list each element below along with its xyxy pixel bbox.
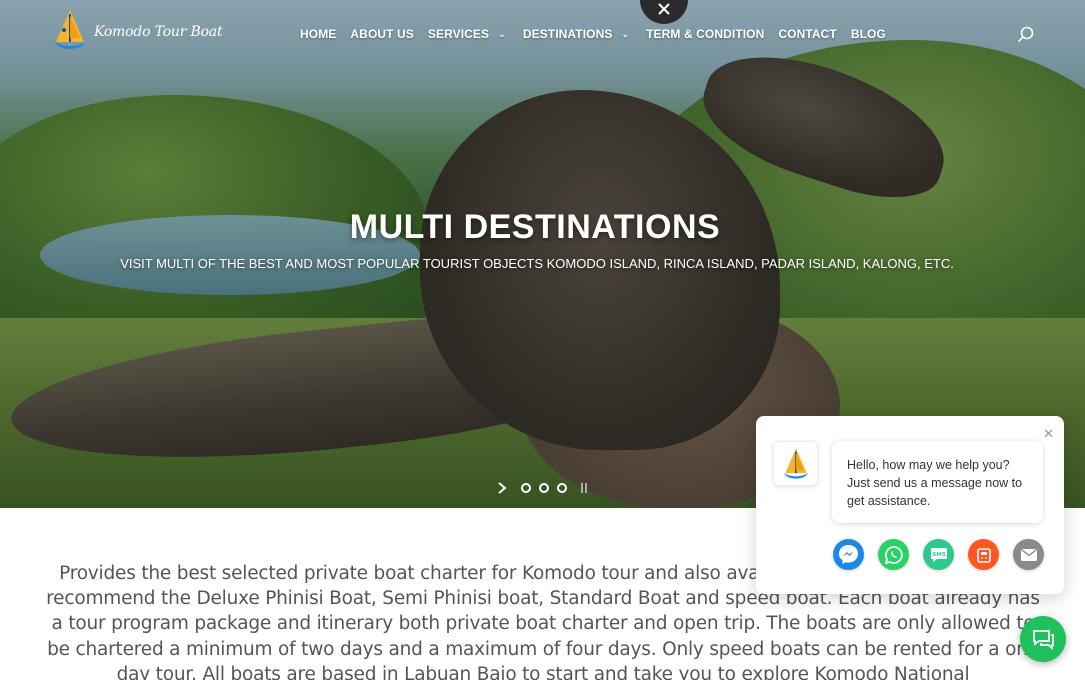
chat-open-button[interactable] (1020, 616, 1066, 662)
nav-item-label: BLOG (850, 27, 886, 41)
slider-dot[interactable] (521, 483, 531, 493)
boat-logo-icon (50, 8, 90, 52)
avatar (773, 441, 818, 486)
slider-controls (497, 482, 587, 494)
chevron-down-icon: ⌄ (621, 28, 630, 39)
page: Komodo Tour Boat HOME ABOUT US SERVICES ⌄… (0, 0, 1085, 680)
svg-text:SMS: SMS (932, 552, 945, 558)
nav-item-label: SERVICES (427, 27, 490, 41)
site-logo-text: Komodo Tour Boat (94, 24, 223, 40)
close-icon[interactable]: ✕ (1043, 426, 1054, 442)
whatsapp-icon[interactable] (878, 539, 909, 570)
nav-item-label: ABOUT US (350, 27, 414, 41)
sms-icon[interactable]: SMS (923, 539, 954, 570)
hero-title: MULTI DESTINATIONS (349, 208, 721, 246)
nav-item-home[interactable]: HOME (300, 27, 336, 41)
slider-dot[interactable] (539, 483, 549, 493)
nav-item-about-us[interactable]: ABOUT US (350, 27, 413, 41)
nav-item-services[interactable]: SERVICES ⌄ (428, 27, 506, 41)
nav-item-term-condition[interactable]: TERM & CONDITION (646, 27, 764, 41)
email-icon[interactable] (1013, 539, 1044, 570)
nav-item-label: CONTACT (778, 27, 837, 41)
chat-channels: SMS (833, 539, 1044, 570)
chevron-right-icon[interactable] (497, 482, 507, 494)
nav-item-blog[interactable]: BLOG (851, 27, 886, 41)
phone-icon[interactable] (968, 539, 999, 570)
messenger-icon[interactable] (833, 539, 864, 570)
search-icon[interactable] (1017, 26, 1035, 44)
hero-subtitle: VISIT MULTI OF THE BEST AND MOST POPULAR… (120, 256, 954, 271)
nav-item-label: HOME (300, 27, 337, 41)
slider-dot[interactable] (557, 483, 567, 493)
nav-item-label: TERM & CONDITION (646, 27, 765, 41)
chat-popup: ✕ Hello, how may we help you? Just send … (756, 416, 1064, 594)
chevron-down-icon: ⌄ (498, 28, 506, 39)
main-nav: HOME ABOUT US SERVICES ⌄ DESTINATIONS ⌄ TE… (300, 27, 900, 41)
nav-item-contact[interactable]: CONTACT (778, 27, 836, 41)
site-logo[interactable]: Komodo Tour Boat (50, 8, 223, 52)
nav-item-label: DESTINATIONS (522, 27, 613, 41)
pause-icon[interactable] (581, 483, 587, 493)
chat-greeting: Hello, how may we help you? Just send us… (832, 441, 1043, 523)
chat-bubble-icon (1033, 630, 1054, 650)
nav-item-destinations[interactable]: DESTINATIONS ⌄ (523, 27, 629, 41)
